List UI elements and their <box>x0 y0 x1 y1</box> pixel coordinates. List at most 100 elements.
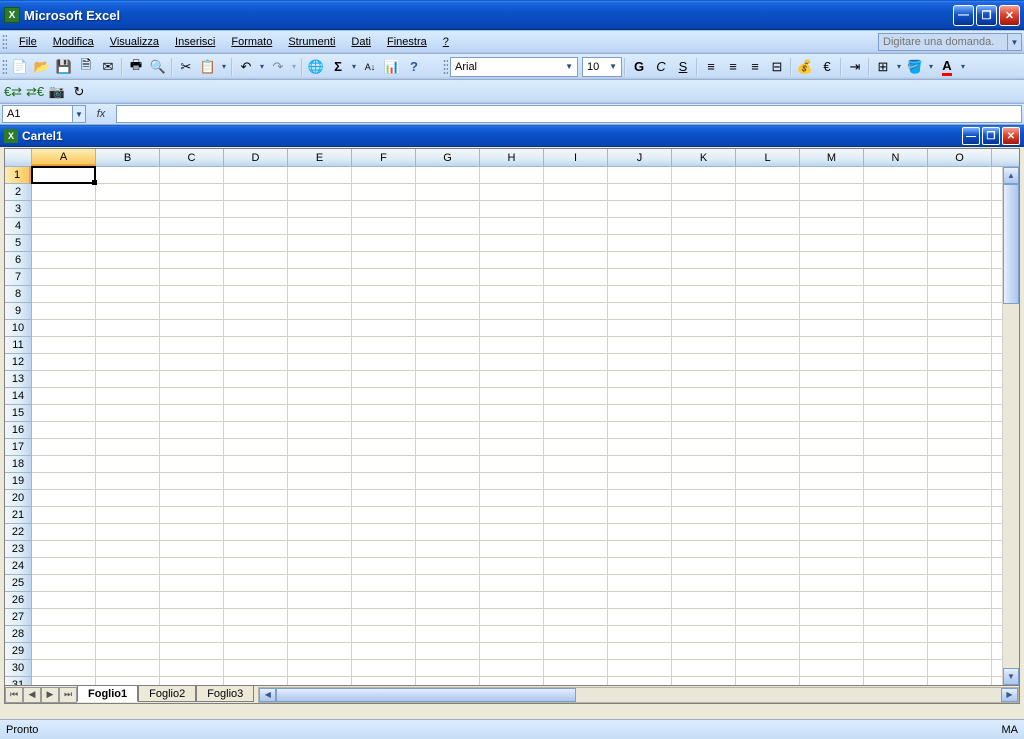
dropdown-icon[interactable]: ▾ <box>257 62 267 71</box>
column-header[interactable]: L <box>736 149 800 166</box>
chevron-down-icon[interactable]: ▼ <box>72 106 85 122</box>
chart-button[interactable]: 📊 <box>381 56 403 78</box>
row-header[interactable]: 8 <box>5 286 31 303</box>
menu-finestra[interactable]: Finestra <box>379 34 435 50</box>
row-header[interactable]: 11 <box>5 337 31 354</box>
row-header[interactable]: 16 <box>5 422 31 439</box>
row-header[interactable]: 19 <box>5 473 31 490</box>
permission-button[interactable]: 🗎 <box>75 56 97 78</box>
minimize-button[interactable]: — <box>953 5 974 26</box>
scrollbar-thumb[interactable] <box>276 688 576 702</box>
open-button[interactable]: 📂 <box>31 56 53 78</box>
preview-button[interactable]: 🔍 <box>147 56 169 78</box>
column-header[interactable]: M <box>800 149 864 166</box>
column-header[interactable]: J <box>608 149 672 166</box>
column-header[interactable]: D <box>224 149 288 166</box>
prev-sheet-button[interactable]: ◀ <box>23 687 41 703</box>
horizontal-scrollbar[interactable]: ◀ ▶ <box>258 687 1019 703</box>
row-header[interactable]: 9 <box>5 303 31 320</box>
row-header[interactable]: 27 <box>5 609 31 626</box>
column-header[interactable]: I <box>544 149 608 166</box>
menu-strumenti[interactable]: Strumenti <box>280 34 343 50</box>
cells-area[interactable] <box>32 167 1019 685</box>
indent-button[interactable]: ⇥ <box>844 56 866 78</box>
hyperlink-button[interactable]: 🌐 <box>305 56 327 78</box>
fill-handle[interactable] <box>92 180 97 185</box>
currency-button[interactable]: 💰 <box>794 56 816 78</box>
merge-button[interactable]: ⊟ <box>766 56 788 78</box>
row-header[interactable]: 20 <box>5 490 31 507</box>
row-header[interactable]: 1 <box>5 167 31 184</box>
scroll-down-icon[interactable]: ▼ <box>1003 668 1019 685</box>
row-header[interactable]: 13 <box>5 371 31 388</box>
scrollbar-track[interactable] <box>1003 184 1019 668</box>
row-header[interactable]: 15 <box>5 405 31 422</box>
align-left-button[interactable]: ≡ <box>700 56 722 78</box>
align-right-button[interactable]: ≡ <box>744 56 766 78</box>
maximize-button[interactable]: ❐ <box>976 5 997 26</box>
row-header[interactable]: 24 <box>5 558 31 575</box>
undo-button[interactable]: ↶ <box>235 56 257 78</box>
menu-dati[interactable]: Dati <box>343 34 379 50</box>
workbook-close-button[interactable]: ✕ <box>1002 127 1020 145</box>
dropdown-icon[interactable]: ▾ <box>926 62 936 71</box>
help-input[interactable] <box>878 33 1008 51</box>
row-header[interactable]: 26 <box>5 592 31 609</box>
save-button[interactable]: 💾 <box>53 56 75 78</box>
autosum-button[interactable]: Σ <box>327 56 349 78</box>
print-button[interactable]: 🖶 <box>125 56 147 78</box>
last-sheet-button[interactable]: ⏭ <box>59 687 77 703</box>
borders-button[interactable]: ⊞ <box>872 56 894 78</box>
row-header[interactable]: 25 <box>5 575 31 592</box>
camera-button[interactable]: 📷 <box>46 81 68 103</box>
menu-formato[interactable]: Formato <box>223 34 280 50</box>
column-header[interactable]: H <box>480 149 544 166</box>
italic-button[interactable]: C <box>650 56 672 78</box>
workbook-maximize-button[interactable]: ❐ <box>982 127 1000 145</box>
dropdown-icon[interactable]: ▾ <box>958 62 968 71</box>
column-header[interactable]: A <box>32 149 96 166</box>
font-size-selector[interactable]: 10▼ <box>582 57 622 77</box>
help-dropdown-icon[interactable]: ▼ <box>1008 33 1022 51</box>
row-header[interactable]: 10 <box>5 320 31 337</box>
help-button[interactable]: ? <box>403 56 425 78</box>
email-button[interactable]: ✉ <box>97 56 119 78</box>
formula-input[interactable] <box>116 105 1022 123</box>
column-header[interactable]: K <box>672 149 736 166</box>
align-center-button[interactable]: ≡ <box>722 56 744 78</box>
row-header[interactable]: 29 <box>5 643 31 660</box>
underline-button[interactable]: S <box>672 56 694 78</box>
refresh-button[interactable]: ↻ <box>68 81 90 103</box>
column-header[interactable]: E <box>288 149 352 166</box>
scroll-left-icon[interactable]: ◀ <box>259 688 276 702</box>
row-header[interactable]: 28 <box>5 626 31 643</box>
workbook-minimize-button[interactable]: — <box>962 127 980 145</box>
euro-button[interactable]: € <box>816 56 838 78</box>
bold-button[interactable]: G <box>628 56 650 78</box>
sort-asc-button[interactable]: A↓ <box>359 56 381 78</box>
cut-button[interactable]: ✂ <box>175 56 197 78</box>
row-header[interactable]: 3 <box>5 201 31 218</box>
row-header[interactable]: 7 <box>5 269 31 286</box>
row-header[interactable]: 21 <box>5 507 31 524</box>
column-header[interactable]: G <box>416 149 480 166</box>
column-header[interactable]: C <box>160 149 224 166</box>
scroll-right-icon[interactable]: ▶ <box>1001 688 1018 702</box>
row-header[interactable]: 2 <box>5 184 31 201</box>
dropdown-icon[interactable]: ▾ <box>349 62 359 71</box>
fx-icon[interactable]: fx <box>86 108 116 120</box>
row-header[interactable]: 5 <box>5 235 31 252</box>
first-sheet-button[interactable]: ⏮ <box>5 687 23 703</box>
row-header[interactable]: 17 <box>5 439 31 456</box>
column-header[interactable]: O <box>928 149 992 166</box>
row-header[interactable]: 22 <box>5 524 31 541</box>
redo-button[interactable]: ↷ <box>267 56 289 78</box>
row-header[interactable]: 4 <box>5 218 31 235</box>
euro-tool-1[interactable]: €⇄ <box>2 81 24 103</box>
row-header[interactable]: 31 <box>5 677 31 685</box>
dropdown-icon[interactable]: ▾ <box>894 62 904 71</box>
row-header[interactable]: 30 <box>5 660 31 677</box>
row-header[interactable]: 14 <box>5 388 31 405</box>
font-color-button[interactable]: A <box>936 56 958 78</box>
dropdown-icon[interactable]: ▾ <box>219 62 229 71</box>
